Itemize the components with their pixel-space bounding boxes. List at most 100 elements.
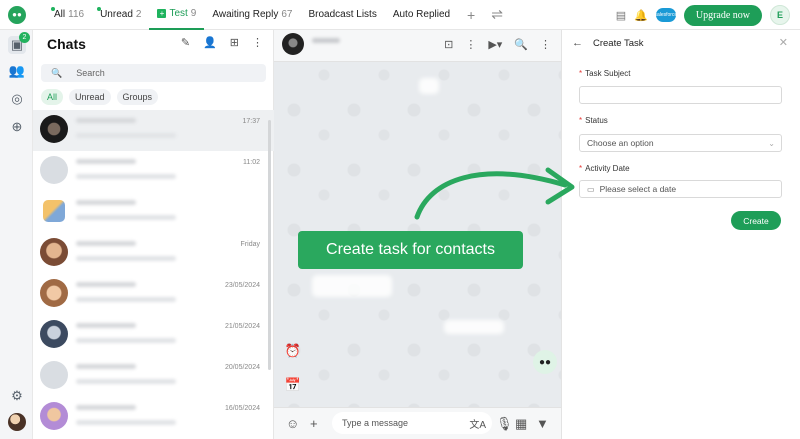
status-label: * Status	[579, 116, 608, 125]
chat-list-item[interactable]: 11:02	[33, 151, 274, 192]
filter-unread[interactable]: Unread	[69, 89, 111, 105]
filter-all[interactable]: All	[41, 89, 64, 105]
add-contact-icon[interactable]: 👤	[203, 36, 217, 49]
create-task-panel: ← Create Task ✕ * Task Subject * Status Ch…	[561, 30, 800, 439]
chats-title: Chats	[47, 36, 86, 52]
add-tab-icon[interactable]: +	[458, 0, 484, 30]
plus-box-icon: +	[157, 9, 167, 18]
activity-date-label: * Activity Date	[579, 164, 630, 173]
filter-groups[interactable]: Groups	[116, 89, 159, 105]
tab-broadcast-lists[interactable]: Broadcast Lists	[300, 0, 384, 30]
settings-gear-icon[interactable]: ⚙	[8, 387, 26, 405]
task-subject-field[interactable]	[579, 86, 782, 104]
status-select[interactable]: Choose an option ⌄	[579, 134, 782, 152]
salesforce-icon[interactable]: salesforce	[654, 8, 677, 22]
chat-time: 17:37	[242, 118, 260, 125]
user-avatar[interactable]: E	[770, 5, 790, 25]
new-chat-icon[interactable]: ✎	[181, 36, 190, 49]
calendar-icon: ▭	[587, 184, 595, 194]
chat-filters: All Unread Groups	[41, 89, 159, 105]
video-call-icon[interactable]: ▶▾	[488, 38, 502, 51]
logo-icon: ●●	[8, 5, 26, 24]
chat-time: 16/05/2024	[224, 405, 260, 412]
calendar-icon[interactable]: 📅	[284, 376, 302, 394]
bell-icon[interactable]: 🔔	[634, 9, 648, 22]
top-right-actions: ▤ 🔔 salesforce Upgrade now E	[616, 0, 790, 30]
close-icon[interactable]: ✕	[779, 36, 788, 49]
more-menu-icon[interactable]: ⋮	[465, 38, 476, 51]
avatar	[40, 156, 68, 184]
chats-nav-icon[interactable]: ▣ 2	[8, 32, 30, 54]
upgrade-button[interactable]: Upgrade now	[683, 4, 762, 26]
tab-auto-replied[interactable]: Auto Replied	[385, 0, 458, 30]
alarm-clock-icon[interactable]: ⏰	[284, 342, 302, 360]
chat-list-actions: ✎ 👤 ⊞ ⋮	[181, 36, 263, 49]
activity-date-field[interactable]: ▭ Please select a date	[579, 180, 782, 198]
task-subject-label: * Task Subject	[579, 69, 631, 78]
chevron-down-icon: ⌄	[768, 138, 775, 148]
conversation-header: ⊡ ⋮ ▶▾ 🔍 ⋮	[274, 30, 561, 62]
app-logo: ●●	[0, 0, 34, 30]
communities-nav-icon[interactable]: ⊕	[8, 118, 26, 136]
chat-time: 11:02	[243, 159, 260, 166]
tab-test[interactable]: + Test 9	[149, 0, 205, 30]
chat-list-panel: Chats ✎ 👤 ⊞ ⋮ 🔍 Search All Unread Groups …	[33, 30, 274, 439]
template-icon[interactable]: ▦	[515, 416, 527, 432]
chat-time: 20/05/2024	[224, 364, 260, 371]
chat-list-item[interactable]: Friday	[33, 233, 274, 274]
chat-time: Friday	[240, 241, 260, 248]
export-icon[interactable]: ⊡	[444, 38, 453, 51]
unread-dot-icon	[97, 6, 102, 11]
avatar	[40, 238, 68, 266]
panel-header: ← Create Task	[572, 37, 644, 49]
search-icon[interactable]: 🔍	[514, 38, 528, 51]
avatar	[40, 402, 68, 430]
tab-unread[interactable]: Unread 2	[92, 0, 149, 30]
avatar	[40, 279, 68, 307]
avatar	[40, 115, 68, 143]
chat-list-item[interactable]: 16/05/2024	[33, 397, 274, 438]
message-input[interactable]: Type a message 文A	[332, 412, 492, 434]
conversation-actions: ⊡ ⋮ ▶▾ 🔍 ⋮	[444, 38, 551, 51]
chat-filter-tabs: All 116 Unread 2 + Test 9 Awaiting Reply 67 B…	[46, 0, 510, 30]
chat-list-scrollbar[interactable]	[268, 120, 271, 370]
new-group-icon[interactable]: ⊞	[230, 36, 239, 49]
profile-avatar[interactable]	[8, 413, 26, 431]
chat-list: 17:37 11:02 Friday 23/05/2024 21/05/2024…	[33, 110, 274, 438]
search-input[interactable]: 🔍 Search	[41, 64, 266, 82]
avatar	[40, 361, 68, 389]
options-menu-icon[interactable]: ⋮	[540, 38, 551, 51]
chat-list-item[interactable]	[33, 192, 274, 233]
search-icon: 🔍	[51, 67, 63, 78]
chat-time: 23/05/2024	[224, 282, 260, 289]
attach-plus-icon[interactable]: +	[310, 416, 318, 431]
chat-time: 21/05/2024	[224, 323, 260, 330]
translate-icon[interactable]: 文A	[469, 416, 486, 431]
left-rail: ▣ 2 👥 ◎ ⊕ ⚙	[0, 30, 33, 439]
microphone-icon[interactable]: 🎙	[496, 416, 513, 432]
chat-list-item[interactable]: 17:37	[33, 110, 274, 151]
callout-banner: Create task for contacts	[298, 231, 523, 269]
save-icon[interactable]: ▼	[536, 416, 549, 431]
chat-list-item[interactable]: 20/05/2024	[33, 356, 274, 397]
ai-bot-icon[interactable]: ●●	[533, 350, 557, 374]
avatar	[40, 320, 68, 348]
message-composer: ☺ + Type a message 文A 🎙 ▦ ▼	[274, 407, 561, 439]
contacts-nav-icon[interactable]: 👥	[8, 62, 26, 80]
panel-title: Create Task	[593, 37, 644, 49]
more-menu-icon[interactable]: ⋮	[252, 36, 263, 49]
contact-avatar[interactable]	[282, 33, 304, 55]
tab-all[interactable]: All 116	[46, 0, 92, 30]
avatar	[43, 200, 65, 222]
chats-badge: 2	[19, 32, 30, 43]
inbox-icon[interactable]: ▤	[616, 9, 626, 22]
emoji-icon[interactable]: ☺	[286, 416, 299, 431]
chat-list-item[interactable]: 23/05/2024	[33, 274, 274, 315]
status-nav-icon[interactable]: ◎	[8, 90, 26, 108]
tab-settings-icon[interactable]: ⇌	[484, 0, 510, 30]
tab-awaiting-reply[interactable]: Awaiting Reply 67	[204, 0, 300, 30]
top-bar: ●● All 116 Unread 2 + Test 9 Awaiting Reply 6…	[0, 0, 800, 30]
chat-list-item[interactable]: 21/05/2024	[33, 315, 274, 356]
back-arrow-icon[interactable]: ←	[572, 37, 583, 49]
create-task-button[interactable]: Create	[731, 211, 781, 230]
